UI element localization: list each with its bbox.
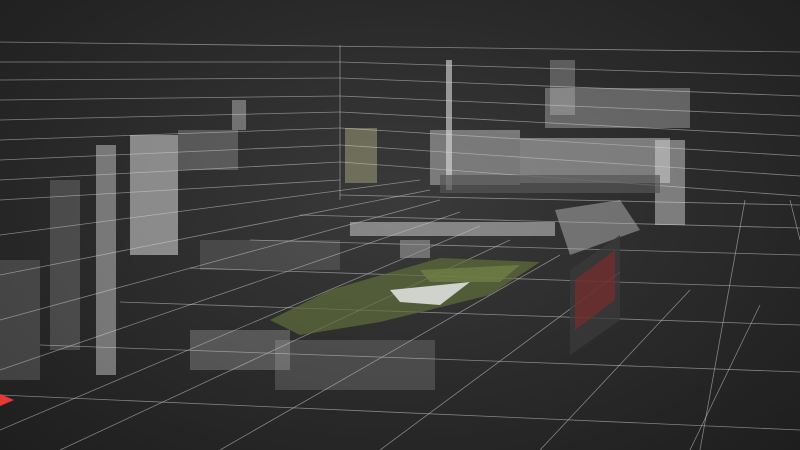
- scene-canvas[interactable]: [0, 0, 800, 450]
- right-structure-points: [570, 235, 620, 355]
- point-cloud-viewport[interactable]: [0, 0, 800, 450]
- axis-gizmo-icon[interactable]: [0, 392, 16, 408]
